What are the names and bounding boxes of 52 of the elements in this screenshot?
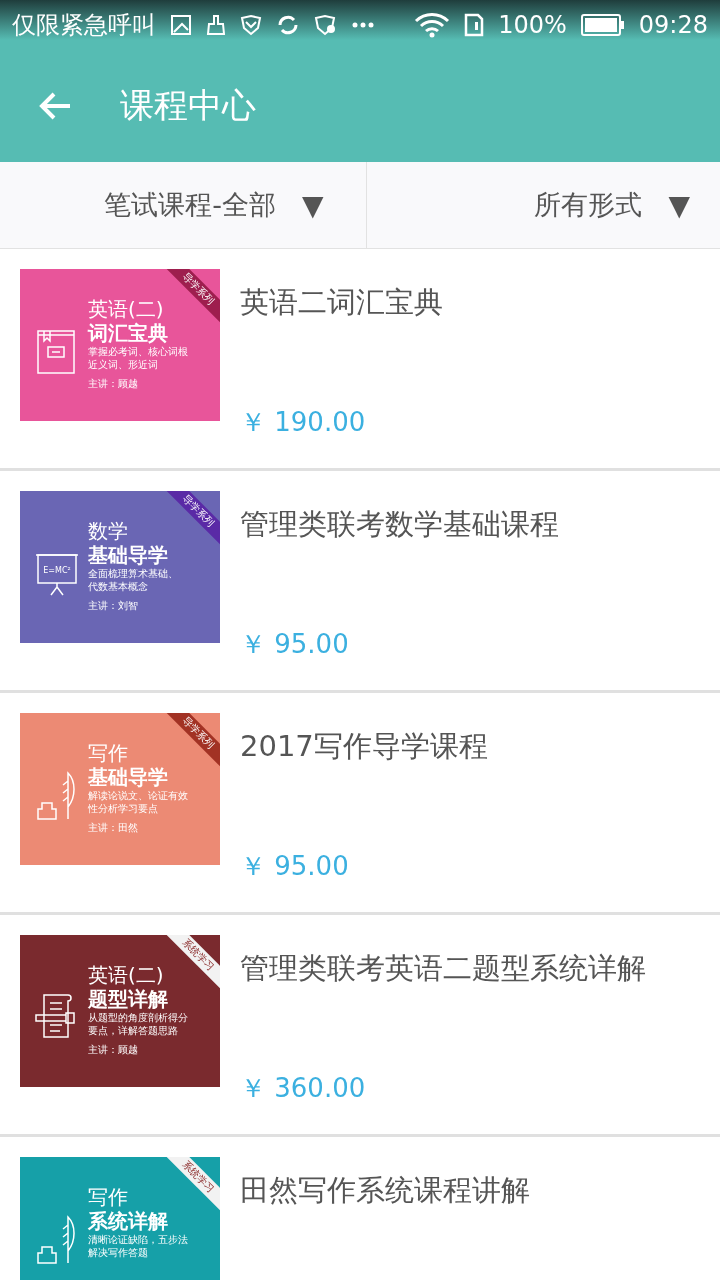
- cover-description: 性分析学习要点: [88, 802, 159, 815]
- course-item[interactable]: 英语(二) 词汇宝典 掌握必考词、核心词根 近义词、形近词 主讲：顾越 导学系列 英语二词汇宝典 ￥ 190.00: [0, 249, 720, 471]
- course-price: ￥ 95.00: [240, 850, 350, 883]
- course-item[interactable]: 英语(二) 题型详解 从题型的角度剖析得分 要点，详解答题思路 主讲：顾越 系统学习 管理类联考英语二题型系统详解 ￥ 360.00: [0, 915, 720, 1137]
- cover-subheading: 基础导学: [88, 543, 169, 567]
- cover-subheading: 基础导学: [88, 765, 169, 789]
- course-price: ￥ 190.00: [240, 406, 367, 439]
- battery-percent: 100%: [498, 11, 567, 39]
- course-item[interactable]: 写作 基础导学 解读论说文、论证有效 性分析学习要点 主讲：田然 导学系列 2017写作导学课程 ￥ 95.00: [0, 693, 720, 915]
- cover-description: 代数基本概念: [88, 580, 149, 593]
- cover-description: 清晰论证缺陷，五步法: [88, 1233, 188, 1246]
- course-title: 管理类联考英语二题型系统详解: [240, 950, 646, 987]
- cover-subheading: 系统详解: [88, 1209, 169, 1233]
- cover-description: 全面梳理算术基础、: [88, 567, 178, 580]
- cover-description: 掌握必考词、核心词根: [88, 345, 188, 358]
- course-price: ￥ 360.00: [240, 1072, 367, 1105]
- cover-heading: 数学: [88, 519, 129, 543]
- cover-teacher: 主讲：顾越: [88, 1043, 139, 1057]
- sim-card-icon: [464, 13, 485, 37]
- cover-description: 解读论说文、论证有效: [88, 789, 188, 802]
- course-item[interactable]: E=MC² 数学 基础导学 全面梳理算术基础、 代数基本概念 主讲：刘智 导学系列 管理类联考数学基础课程 ￥ 95.00: [0, 471, 720, 693]
- cover-description: 解决写作答题: [88, 1246, 149, 1259]
- cover-heading: 写作: [88, 741, 129, 765]
- course-title: 田然写作系统课程讲解: [240, 1172, 530, 1209]
- cover-subheading: 词汇宝典: [88, 321, 169, 345]
- shield-icon: [240, 14, 262, 36]
- shield-plus-icon: [314, 14, 338, 36]
- more-icon: [352, 22, 374, 28]
- back-icon[interactable]: [38, 91, 72, 121]
- gallery-icon: [170, 14, 192, 36]
- cover-description: 要点，详解答题思路: [88, 1024, 179, 1037]
- course-title: 英语二词汇宝典: [240, 284, 443, 321]
- page-title: 课程中心: [120, 84, 256, 127]
- course-title: 2017写作导学课程: [240, 728, 488, 765]
- carrier-status: 仅限紧急呼叫: [12, 10, 156, 41]
- sync-icon: [276, 13, 300, 37]
- clock: 09:28: [638, 11, 708, 39]
- cover-teacher: 主讲：刘智: [88, 599, 139, 613]
- course-item[interactable]: 写作 系统详解 清晰论证缺陷，五步法 解决写作答题 系统学习 田然写作系统课程讲解: [0, 1137, 720, 1280]
- battery-icon: [580, 14, 625, 36]
- course-title: 管理类联考数学基础课程: [240, 506, 559, 543]
- cover-description: 从题型的角度剖析得分: [88, 1011, 188, 1024]
- cover-heading: 英语(二): [88, 297, 165, 321]
- cover-description: 近义词、形近词: [88, 358, 159, 371]
- broom-icon: [206, 14, 226, 36]
- wifi-icon: [414, 12, 451, 38]
- cover-teacher: 主讲：顾越: [88, 377, 139, 391]
- cover-teacher: 主讲：田然: [88, 821, 139, 835]
- cover-heading: 英语(二): [88, 963, 165, 987]
- course-price: ￥ 95.00: [240, 628, 350, 661]
- cover-subheading: 题型详解: [88, 987, 169, 1011]
- cover-heading: 写作: [88, 1185, 129, 1209]
